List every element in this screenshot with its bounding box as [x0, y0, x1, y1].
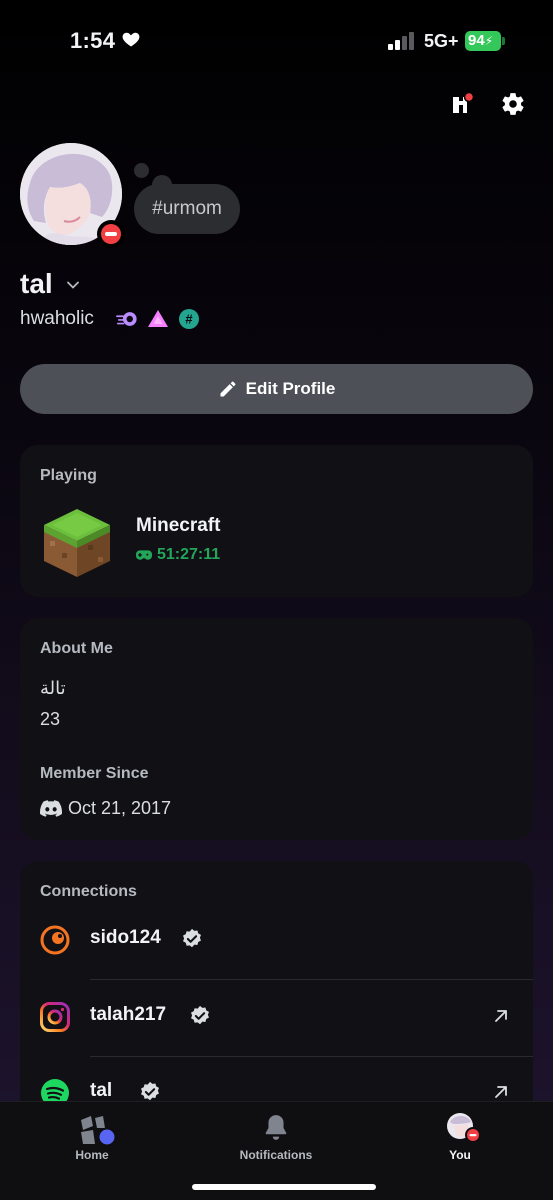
- external-link-arrow-icon[interactable]: [493, 1084, 509, 1100]
- verified-check-icon: [191, 1005, 209, 1025]
- about-me-line-1: تالة: [40, 678, 66, 698]
- connection-name: talah217: [90, 1004, 167, 1025]
- member-since-date: Oct 21, 2017: [68, 798, 172, 818]
- about-me-card: About Me تالة 23 Member Since Oct 21, 20…: [20, 618, 533, 840]
- discord-logo-icon: [40, 800, 62, 817]
- activity-card[interactable]: Playing Minecraft 51:27:11: [20, 445, 533, 597]
- crunchyroll-icon: [40, 925, 70, 955]
- about-me-heading: About Me: [40, 640, 113, 657]
- bell-icon: [265, 1115, 287, 1140]
- game-elapsed: 51:27:11: [136, 546, 220, 564]
- cellular-signal-icon: [388, 32, 418, 50]
- display-name: tal: [20, 268, 53, 299]
- verified-check-icon: [183, 928, 201, 948]
- nitro-shop-icon[interactable]: [450, 91, 476, 117]
- settings-gear-icon[interactable]: [500, 91, 526, 117]
- connection-name: sido124: [90, 927, 161, 948]
- verified-check-icon: [141, 1081, 159, 1101]
- pencil-icon: [220, 381, 236, 397]
- heart-icon: [122, 32, 140, 47]
- home-servers-icon: [81, 1116, 117, 1147]
- you-avatar-icon: [447, 1113, 481, 1143]
- svg-text:#: #: [185, 312, 193, 327]
- connection-row[interactable]: talah217: [20, 980, 533, 1056]
- dnd-status-indicator: [97, 220, 125, 248]
- instagram-icon: [40, 1002, 70, 1032]
- game-name: Minecraft: [136, 515, 221, 536]
- status-time: 1:54: [70, 28, 116, 53]
- chevron-down-icon[interactable]: [66, 278, 80, 292]
- active-developer-badge-icon[interactable]: #: [178, 308, 200, 330]
- gamepad-icon: [136, 550, 152, 560]
- nav-you-label: You: [449, 1148, 471, 1162]
- connection-name: tal: [90, 1080, 113, 1101]
- battery-level: 94: [468, 32, 485, 49]
- custom-status-bubble[interactable]: #urmom: [134, 184, 240, 234]
- nav-notifications-label: Notifications: [239, 1148, 313, 1162]
- external-link-arrow-icon[interactable]: [493, 1008, 509, 1024]
- home-indicator: [192, 1184, 376, 1190]
- nitro-badge-icon[interactable]: [116, 308, 138, 330]
- hypesquad-badge-icon[interactable]: [147, 308, 169, 330]
- edit-profile-label: Edit Profile: [245, 379, 336, 398]
- thought-bubble-dot-small: [134, 163, 149, 178]
- edit-profile-button[interactable]: Edit Profile: [20, 364, 533, 414]
- battery-indicator: 94⚡: [465, 31, 501, 51]
- member-since-heading: Member Since: [40, 765, 149, 782]
- network-type: 5G+: [424, 31, 459, 51]
- about-me-line-2: 23: [40, 709, 61, 729]
- connection-row[interactable]: sido124: [20, 903, 533, 979]
- nav-home-label: Home: [75, 1148, 109, 1162]
- game-elapsed-time: 51:27:11: [157, 546, 221, 563]
- battery-cap: [502, 37, 505, 45]
- activity-heading: Playing: [40, 467, 97, 484]
- connections-heading: Connections: [40, 883, 137, 900]
- minecraft-grass-block-icon: [44, 509, 110, 577]
- username: hwaholic: [20, 308, 94, 329]
